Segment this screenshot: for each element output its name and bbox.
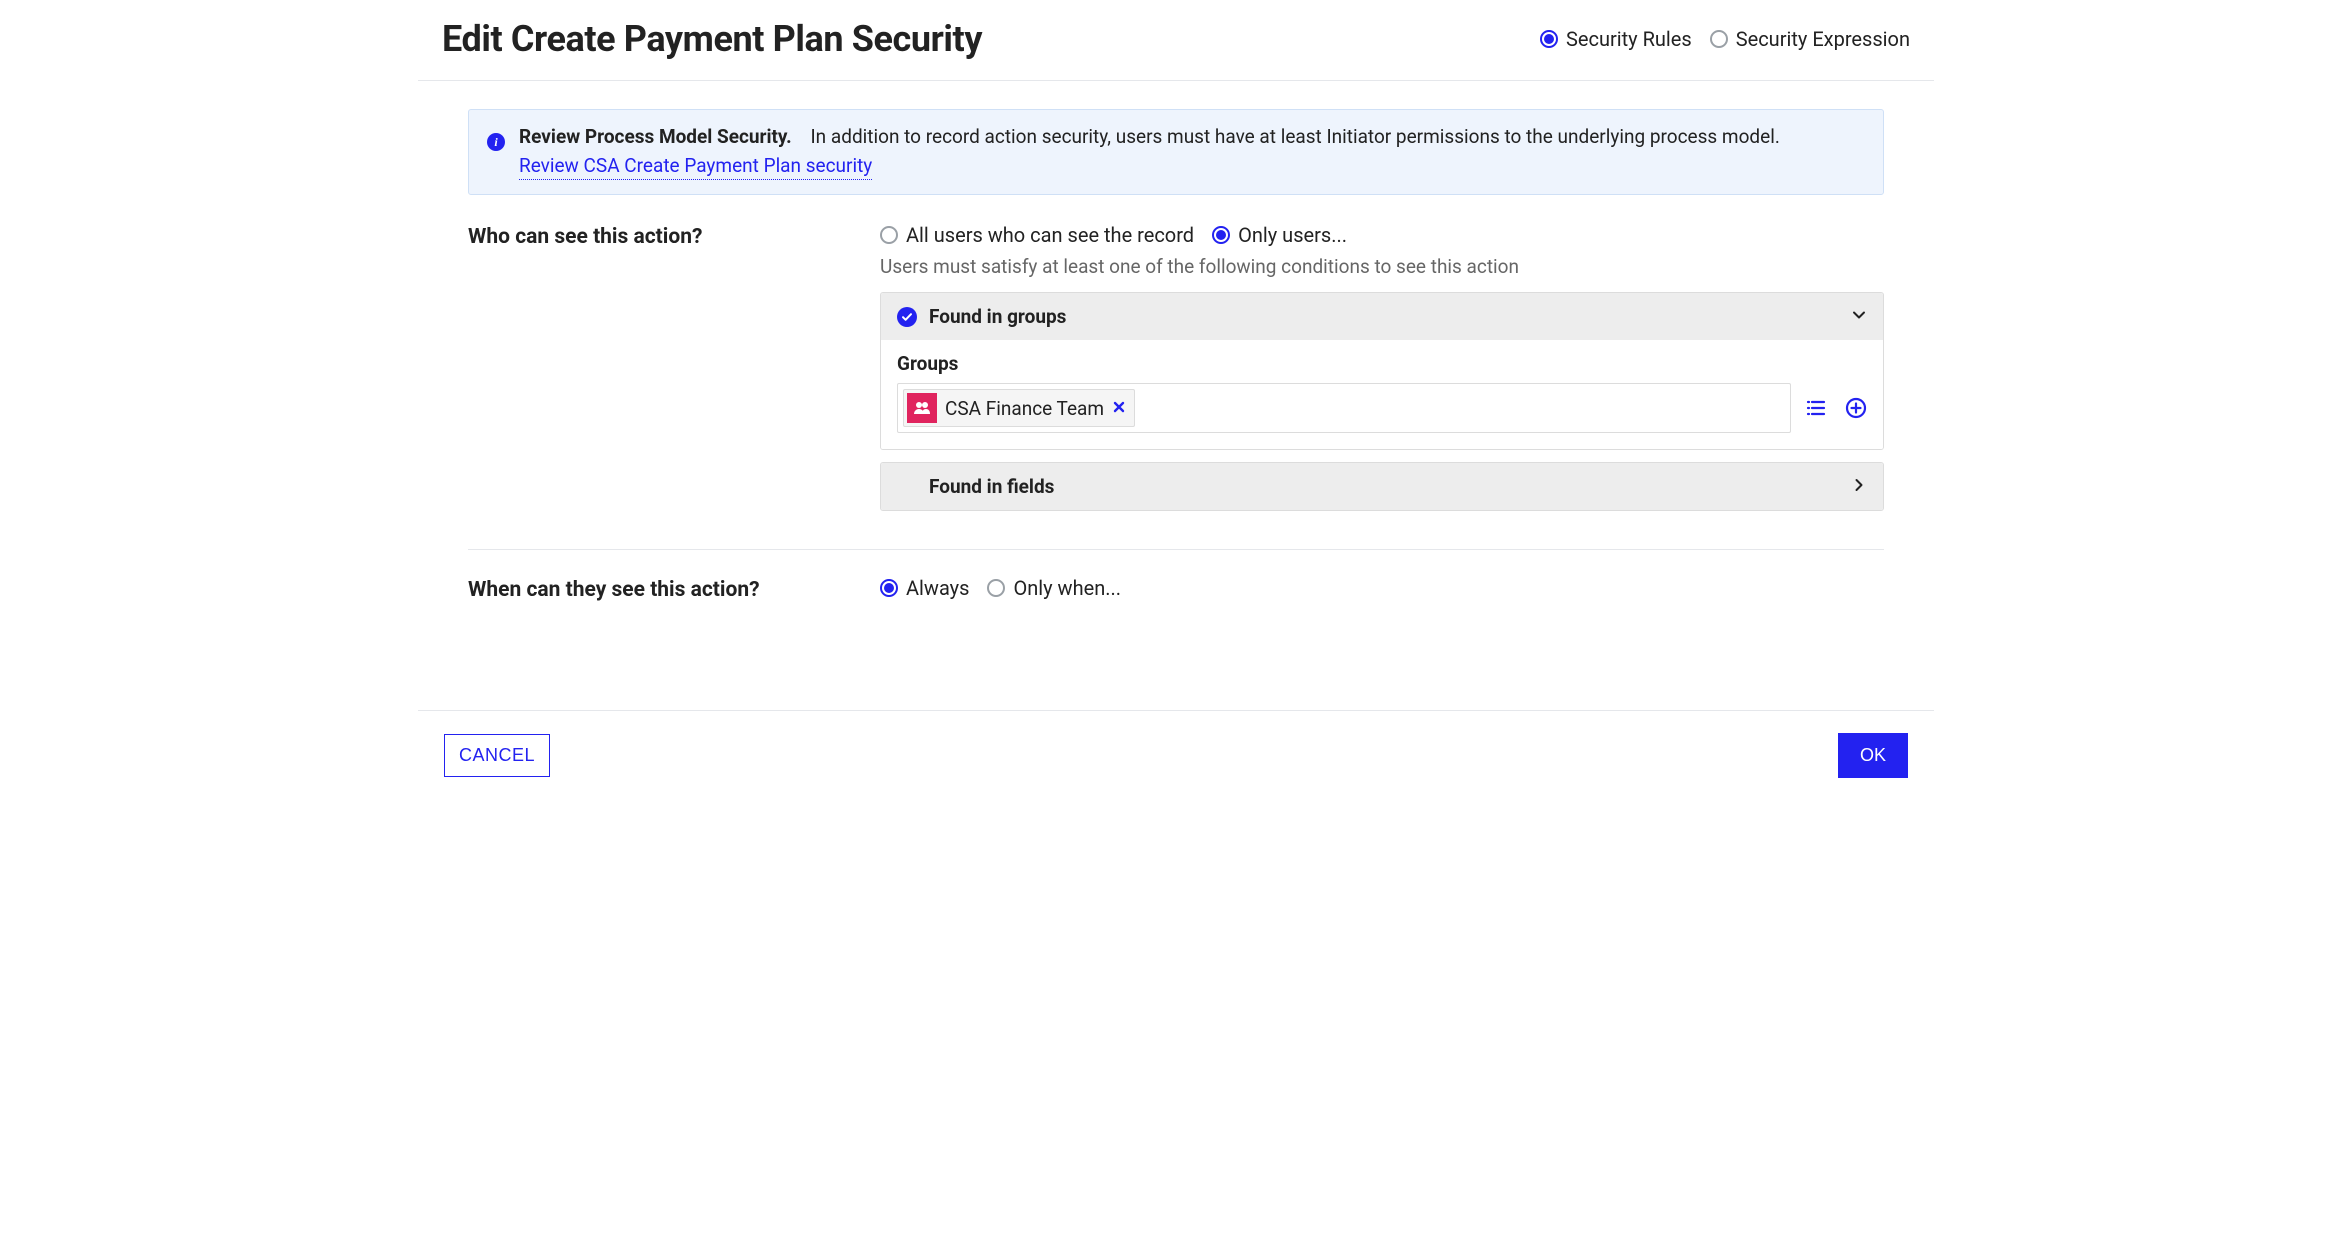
panel-header-found-in-fields[interactable]: Found in fields (881, 463, 1883, 510)
radio-security-expression[interactable]: Security Expression (1710, 27, 1910, 51)
radio-label: Always (906, 576, 969, 600)
header-radio-group: Security Rules Security Expression (1540, 27, 1910, 51)
radio-only-when[interactable]: Only when... (987, 576, 1121, 600)
header: Edit Create Payment Plan Security Securi… (418, 0, 1934, 81)
page-title: Edit Create Payment Plan Security (442, 18, 982, 60)
add-group-button[interactable] (1845, 397, 1867, 419)
radio-indicator-icon (987, 579, 1005, 597)
panel-found-in-fields: Found in fields (880, 462, 1884, 511)
radio-label: All users who can see the record (906, 223, 1194, 247)
radio-label: Only users... (1238, 223, 1347, 247)
chevron-right-icon (1851, 475, 1867, 498)
radio-indicator-icon (880, 226, 898, 244)
group-token-label: CSA Finance Team (945, 397, 1104, 420)
groups-subtitle: Groups (897, 352, 1867, 375)
panel-header-found-in-groups[interactable]: Found in groups (881, 293, 1883, 340)
radio-only-users[interactable]: Only users... (1212, 223, 1347, 247)
radio-indicator-icon (880, 579, 898, 597)
radio-indicator-icon (1212, 226, 1230, 244)
radio-indicator-icon (1710, 30, 1728, 48)
chevron-down-icon (1851, 305, 1867, 328)
info-box: i Review Process Model Security. In addi… (468, 109, 1884, 195)
radio-always[interactable]: Always (880, 576, 969, 600)
radio-label: Security Rules (1566, 27, 1692, 51)
info-icon: i (487, 127, 507, 147)
radio-security-rules[interactable]: Security Rules (1540, 27, 1692, 51)
footer: CANCEL OK (418, 710, 1934, 800)
radio-label: Security Expression (1736, 27, 1910, 51)
panel-title: Found in groups (929, 305, 1066, 328)
info-title: Review Process Model Security. (519, 125, 792, 148)
group-icon (907, 393, 937, 423)
info-text: In addition to record action security, u… (811, 125, 1780, 148)
ok-button[interactable]: OK (1838, 733, 1908, 778)
browse-groups-button[interactable] (1805, 397, 1827, 419)
radio-indicator-icon (1540, 30, 1558, 48)
radio-label: Only when... (1013, 576, 1121, 600)
panel-found-in-groups: Found in groups Groups (880, 292, 1884, 450)
when-can-see-label: When can they see this action? (468, 578, 848, 602)
group-token: CSA Finance Team (903, 389, 1135, 427)
remove-token-button[interactable] (1112, 398, 1126, 419)
review-process-model-link[interactable]: Review CSA Create Payment Plan security (519, 153, 872, 181)
panel-title: Found in fields (929, 475, 1054, 498)
cancel-button[interactable]: CANCEL (444, 734, 550, 777)
radio-all-users[interactable]: All users who can see the record (880, 223, 1194, 247)
groups-picker-input[interactable]: CSA Finance Team (897, 383, 1791, 433)
who-can-see-label: Who can see this action? (468, 225, 848, 249)
who-helper-text: Users must satisfy at least one of the f… (880, 255, 1884, 278)
check-icon (897, 307, 917, 327)
